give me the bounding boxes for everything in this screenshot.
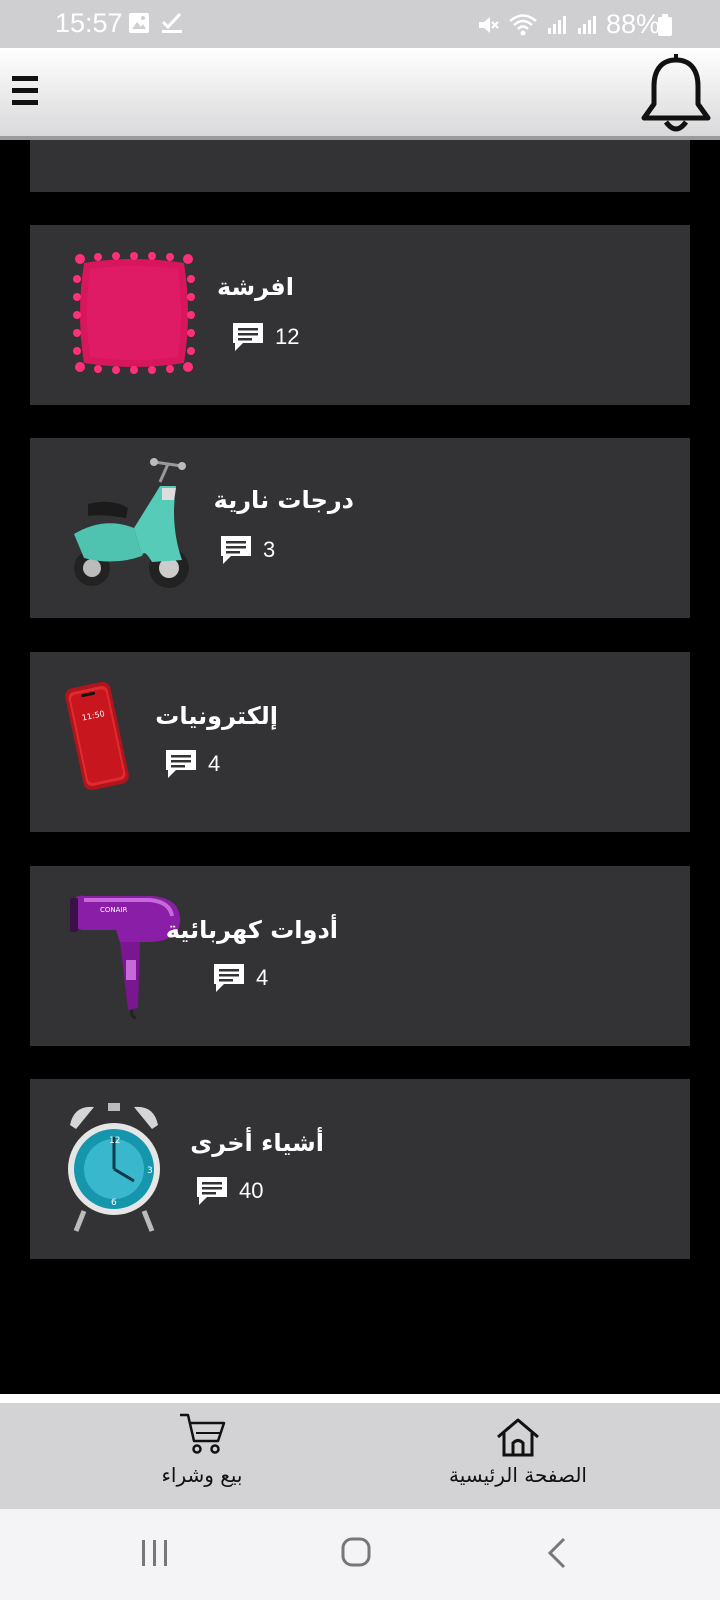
status-time: 15:57 — [55, 8, 123, 38]
system-nav-bar — [0, 1509, 720, 1600]
category-card-electronics[interactable]: 11:50 إلكترونيات 4 — [30, 652, 690, 832]
category-card-other[interactable]: 12 3 6 أشياء أخرى 40 — [30, 1079, 690, 1259]
nav-buy-sell[interactable]: بيع وشراء — [142, 1411, 262, 1487]
nav-label-buy-sell: بيع وشراء — [161, 1463, 243, 1487]
svg-text:3: 3 — [147, 1166, 153, 1176]
category-title: درجات نارية — [213, 486, 354, 514]
recent-apps-icon[interactable] — [140, 1538, 170, 1568]
bottom-nav: بيع وشراء الصفحة الرئيسية — [0, 1394, 720, 1509]
category-card-appliances[interactable]: CONAIR أدوات كهربائية 4 — [30, 866, 690, 1046]
wifi-icon — [509, 13, 537, 35]
comment-icon — [214, 964, 244, 992]
app-header — [0, 48, 720, 140]
nav-home[interactable]: الصفحة الرئيسية — [438, 1417, 598, 1487]
comment-count: 40 — [239, 1178, 264, 1203]
svg-text:6: 6 — [111, 1198, 117, 1208]
comment-count: 3 — [263, 537, 276, 562]
comment-icon — [221, 536, 251, 564]
home-system-icon[interactable] — [340, 1536, 372, 1568]
signal-icon — [547, 15, 566, 34]
category-title: أشياء أخرى — [190, 1129, 324, 1157]
back-icon[interactable] — [546, 1537, 568, 1569]
battery-percent: 88% — [605, 9, 660, 39]
nav-label-home: الصفحة الرئيسية — [449, 1463, 587, 1487]
comment-count: 4 — [208, 751, 221, 776]
cart-icon — [180, 1413, 226, 1454]
comment-count: 12 — [275, 324, 300, 349]
category-title: أدوات كهربائية — [165, 916, 338, 944]
mute-icon — [478, 16, 499, 33]
hair-dryer-image: CONAIR — [70, 895, 180, 1020]
comment-count: 4 — [256, 965, 269, 990]
bell-icon — [641, 54, 711, 132]
image-icon — [129, 13, 149, 33]
check-icon — [161, 12, 182, 33]
category-title: إلكترونيات — [155, 702, 278, 730]
phone-image: 11:50 — [65, 681, 129, 791]
comment-icon — [233, 323, 263, 351]
scooter-image — [74, 458, 189, 588]
home-icon — [497, 1418, 539, 1457]
notifications-button[interactable] — [640, 50, 712, 138]
signal-icon — [577, 15, 596, 34]
hamburger-icon — [12, 76, 38, 105]
category-title: افرشة — [216, 273, 294, 301]
category-list: افرشة 12 درجات نارية 3 11:50 إلكترونيات … — [0, 140, 720, 1394]
comment-icon — [166, 750, 196, 778]
status-bar: 15:57 88% — [0, 0, 720, 48]
category-card-motorcycles[interactable]: درجات نارية 3 — [30, 438, 690, 618]
battery-icon — [658, 14, 672, 36]
category-card-partial[interactable] — [30, 140, 690, 192]
alarm-clock-image: 12 3 6 — [68, 1103, 160, 1232]
comment-icon — [197, 1177, 227, 1205]
svg-text:CONAIR: CONAIR — [100, 906, 127, 914]
pillow-image — [73, 252, 195, 374]
menu-button[interactable] — [12, 74, 40, 108]
svg-text:12: 12 — [109, 1136, 120, 1146]
category-card-bedding[interactable]: افرشة 12 — [30, 225, 690, 405]
